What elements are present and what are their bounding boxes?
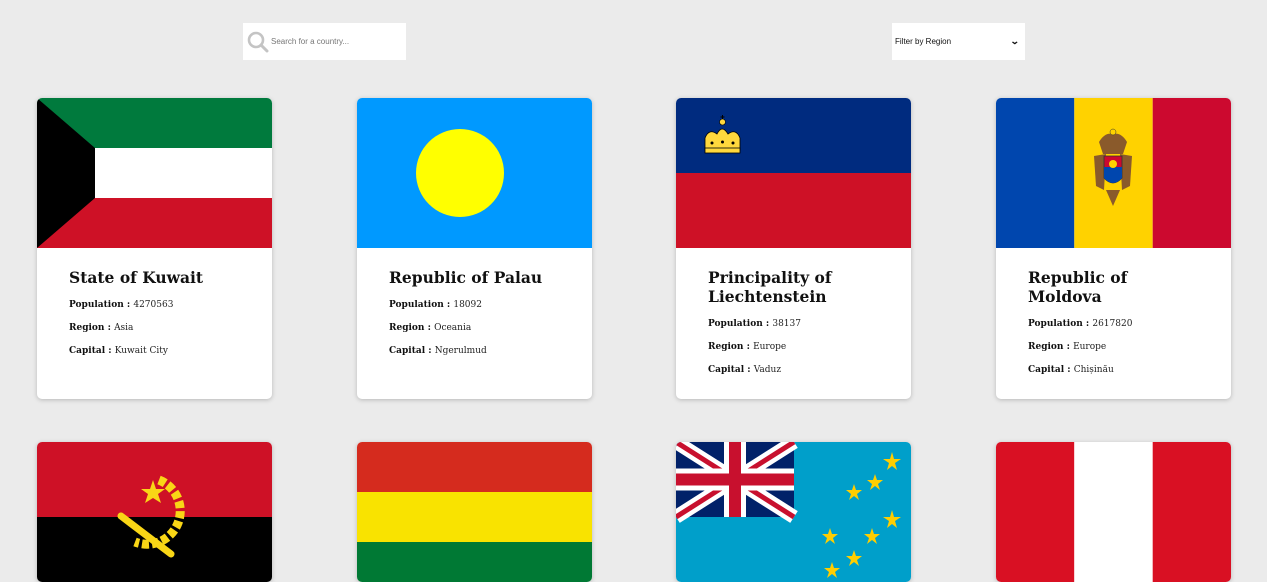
capital-label: Capital <box>69 346 106 356</box>
population-row: Population : 18092 <box>389 299 560 311</box>
capital-value: Vaduz <box>753 365 782 375</box>
country-card[interactable]: Republic of Moldova Population : 2617820… <box>996 98 1231 399</box>
chevron-down-icon: ⌄ <box>1010 36 1021 46</box>
country-name: State of Kuwait <box>69 268 204 287</box>
region-label: Region <box>1028 342 1064 352</box>
region-row: Region : Asia <box>69 322 240 334</box>
population-row: Population : 38137 <box>708 318 879 330</box>
region-label: Region <box>69 323 105 333</box>
country-name: Republic of Moldova <box>1028 268 1128 306</box>
capital-label: Capital <box>708 365 745 375</box>
region-value: Europe <box>1073 342 1107 352</box>
search-input[interactable] <box>271 37 396 46</box>
label-separator: : <box>743 342 754 352</box>
capital-row: Capital : Kuwait City <box>69 345 240 357</box>
country-card[interactable] <box>996 442 1231 582</box>
region-value: Asia <box>114 323 134 333</box>
region-row: Region : Europe <box>708 341 879 353</box>
population-label: Population <box>69 300 124 310</box>
label-separator: : <box>1064 365 1074 375</box>
search-icon <box>247 31 269 52</box>
country-card[interactable]: Principality of Liechtenstein Population… <box>676 98 911 399</box>
label-separator: : <box>104 323 115 333</box>
flag-peru-image <box>996 442 1231 582</box>
capital-value: Chișinău <box>1073 365 1114 375</box>
capital-label: Capital <box>389 346 426 356</box>
country-card[interactable] <box>37 442 272 582</box>
region-filter-value: Filter by Region <box>895 37 952 46</box>
label-separator: : <box>425 346 435 356</box>
region-label: Region <box>389 323 425 333</box>
capital-row: Capital : Ngerulmud <box>389 345 560 357</box>
label-separator: : <box>105 346 115 356</box>
population-label: Population <box>389 300 444 310</box>
label-separator: : <box>443 300 454 310</box>
capital-row: Capital : Vaduz <box>708 364 879 376</box>
label-separator: : <box>123 300 134 310</box>
flag-bolivia-image <box>357 442 592 582</box>
region-label: Region <box>708 342 744 352</box>
population-value: 2617820 <box>1092 319 1133 329</box>
region-row: Region : Europe <box>1028 341 1199 353</box>
region-row: Region : Oceania <box>389 322 560 334</box>
population-value: 38137 <box>772 319 801 329</box>
population-value: 18092 <box>453 300 482 310</box>
label-separator: : <box>1082 319 1093 329</box>
country-card[interactable]: Republic of Palau Population : 18092 Reg… <box>357 98 592 399</box>
country-card[interactable] <box>357 442 592 582</box>
flag-liechtenstein-image <box>676 98 911 248</box>
label-separator: : <box>744 365 754 375</box>
search-box[interactable] <box>243 23 406 60</box>
flag-palau-image <box>357 98 592 248</box>
country-card[interactable] <box>676 442 911 582</box>
region-value: Europe <box>753 342 787 352</box>
population-row: Population : 2617820 <box>1028 318 1199 330</box>
country-name: Republic of Palau <box>389 268 543 287</box>
population-label: Population <box>708 319 763 329</box>
country-name: Principality of Liechtenstein <box>708 268 832 306</box>
label-separator: : <box>1063 342 1074 352</box>
capital-row: Capital : Chișinău <box>1028 364 1199 376</box>
flag-kuwait-image <box>37 98 272 248</box>
population-value: 4270563 <box>133 300 174 310</box>
flag-moldova-image <box>996 98 1231 248</box>
capital-value: Kuwait City <box>114 346 168 356</box>
population-row: Population : 4270563 <box>69 299 240 311</box>
region-value: Oceania <box>434 323 472 333</box>
capital-label: Capital <box>1028 365 1065 375</box>
label-separator: : <box>762 319 773 329</box>
capital-value: Ngerulmud <box>434 346 487 356</box>
flag-angola-image <box>37 442 272 582</box>
region-filter-select[interactable]: Filter by Region ⌄ <box>892 23 1025 60</box>
country-card[interactable]: State of Kuwait Population : 4270563 Reg… <box>37 98 272 399</box>
flag-tuvalu-image <box>676 442 911 582</box>
population-label: Population <box>1028 319 1083 329</box>
label-separator: : <box>424 323 435 333</box>
